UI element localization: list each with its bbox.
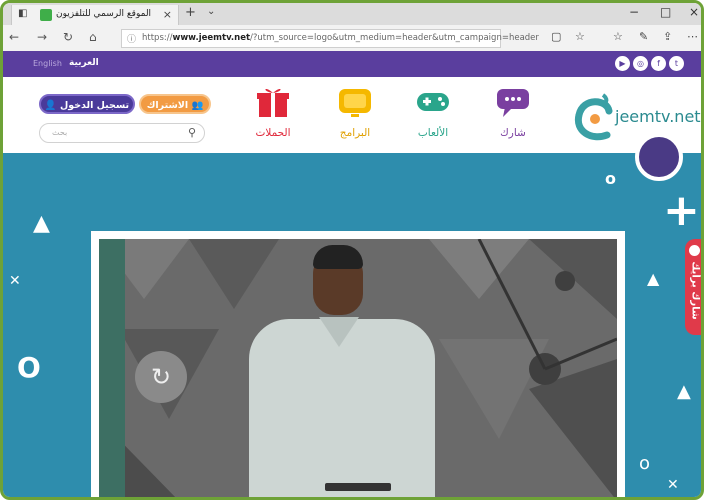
tab-manager-icon[interactable]: ◧ [18, 8, 27, 19]
nav-item-games[interactable]: الألعاب [403, 81, 463, 147]
favorites-list-icon[interactable]: ☆ [613, 30, 623, 43]
reading-view-icon[interactable]: ▢ [551, 30, 561, 43]
home-icon[interactable]: ⌂ [89, 30, 97, 44]
nav-label-games: الألعاب [417, 127, 449, 139]
cross-shape-icon: ✕ [667, 477, 679, 493]
site-logo[interactable] [569, 85, 615, 143]
tab-close-icon[interactable]: × [163, 8, 172, 21]
site-top-bar: English العربية ▶ ◎ f t [3, 51, 701, 77]
twitter-icon[interactable]: t [669, 56, 684, 71]
pen-icon[interactable]: ✎ [639, 30, 648, 43]
more-icon[interactable]: ⋯ [687, 30, 698, 43]
youtube-icon[interactable]: ▶ [615, 56, 630, 71]
subscribe-button[interactable]: الاشتراك 👥 [139, 94, 211, 114]
site-favicon-icon [40, 9, 52, 21]
address-bar: ← → ↻ ⌂ ⓘ https://www.jeemtv.net/?utm_so… [3, 25, 701, 52]
gamepad-icon [417, 93, 449, 111]
logo-text: jeemtv.net [615, 107, 701, 126]
back-arrow-icon[interactable]: ← [9, 30, 19, 44]
site-header: 👤 تسجيل الدخول الاشتراك 👥 بحث ⚲ الحملات … [3, 77, 701, 153]
browser-tab[interactable]: ◧ الموقع الرسمي للتلفزيون × [11, 5, 179, 25]
minimize-button[interactable]: − [629, 5, 639, 19]
triangle-shape-icon: ▲ [677, 381, 691, 402]
cross-shape-icon: ✕ [9, 273, 21, 289]
close-window-button[interactable]: × [689, 5, 699, 19]
refresh-icon[interactable]: ↻ [63, 30, 73, 44]
plus-shape-icon: + [663, 185, 700, 236]
nav-label-share: شارك [500, 127, 526, 139]
tab-title: الموقع الرسمي للتلفزيون [56, 9, 152, 19]
ring-shape-icon: O [17, 351, 41, 384]
ring-shape-icon: o [639, 453, 651, 474]
nav-label-campaigns: الحملات [255, 127, 291, 139]
url-text: https://www.jeemtv.net/?utm_source=logo&… [142, 33, 539, 43]
instagram-icon[interactable]: ◎ [633, 56, 648, 71]
maximize-button[interactable]: □ [660, 5, 671, 19]
language-english-link[interactable]: English [33, 59, 62, 68]
presenter-tablet [325, 483, 391, 491]
triangle-shape-icon: ▲ [647, 269, 660, 288]
facebook-icon[interactable]: f [651, 56, 666, 71]
replay-icon[interactable]: ↻ [135, 351, 187, 403]
chat-icon [497, 89, 529, 117]
new-tab-button[interactable]: + [185, 5, 196, 20]
presenter-shirt [249, 319, 435, 497]
tab-strip: ◧ الموقع الرسمي للتلفزيون × + ⌄ − □ × [3, 3, 701, 25]
decorative-circle [635, 133, 683, 181]
share-opinion-tab[interactable]: شارك برأيك [685, 239, 701, 335]
nav-item-programs[interactable]: البرامج [325, 81, 385, 147]
tv-icon [339, 89, 371, 117]
favorite-star-icon[interactable]: ☆ [575, 30, 585, 43]
search-icon[interactable]: ⚲ [188, 126, 196, 139]
login-button[interactable]: 👤 تسجيل الدخول [39, 94, 135, 114]
share-icon[interactable]: ⇪ [663, 30, 672, 43]
url-field[interactable]: ⓘ https://www.jeemtv.net/?utm_source=log… [121, 29, 539, 48]
language-arabic-link[interactable]: العربية [69, 58, 99, 68]
search-placeholder: بحث [52, 128, 68, 137]
presenter-hair [313, 245, 363, 269]
triangle-shape-icon: ▲ [33, 211, 50, 236]
chevron-down-icon[interactable]: ⌄ [207, 6, 215, 17]
info-icon[interactable]: ⓘ [127, 32, 136, 45]
share-opinion-label: شارك برأيك [689, 261, 701, 320]
ring-shape-icon: o [605, 169, 616, 188]
video-player[interactable]: ↻ [99, 239, 617, 497]
video-player-frame: ↻ [91, 231, 625, 497]
forward-arrow-icon[interactable]: → [37, 30, 47, 44]
page-content: ▲ ✕ O o + ▲ ▲ ✕ o ↻ شارك برأيك [3, 133, 701, 497]
search-input[interactable]: بحث ⚲ [39, 123, 205, 143]
nav-item-campaigns[interactable]: الحملات [243, 81, 303, 147]
gift-icon [257, 88, 289, 117]
nav-item-share[interactable]: شارك [483, 81, 543, 147]
browser-window: ◧ الموقع الرسمي للتلفزيون × + ⌄ − □ × ← … [0, 0, 704, 500]
nav-label-programs: البرامج [339, 127, 371, 139]
